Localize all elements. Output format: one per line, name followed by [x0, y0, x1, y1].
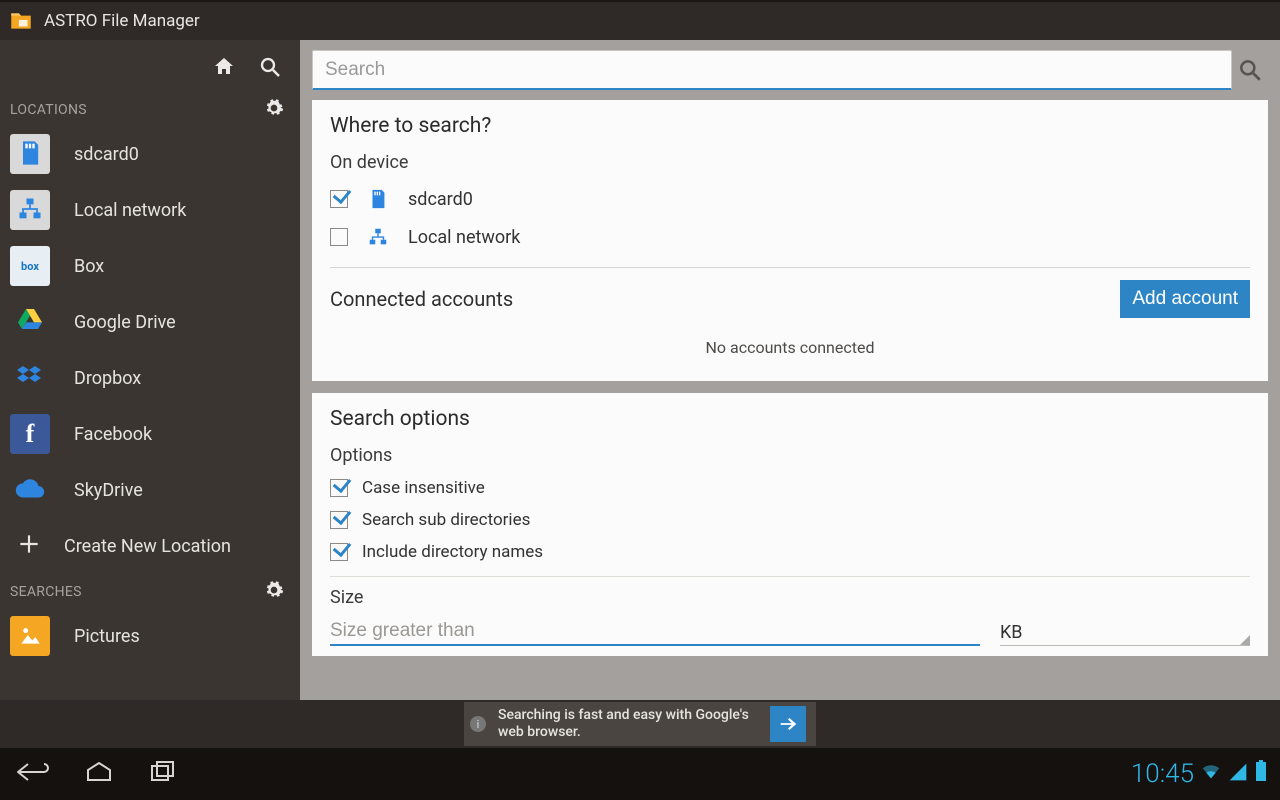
sidebar-item-label: Dropbox [74, 368, 141, 389]
add-account-button[interactable]: Add account [1120, 280, 1250, 318]
ad-text: Searching is fast and easy with Google's… [498, 707, 758, 741]
option-case-insensitive[interactable]: Case insensitive [330, 478, 1250, 498]
sidebar-item-facebook[interactable]: f Facebook [0, 406, 300, 462]
sidebar-item-dropbox[interactable]: Dropbox [0, 350, 300, 406]
sidebar-item-google-drive[interactable]: Google Drive [0, 294, 300, 350]
main-content: Where to search? On device sdcard0 Local… [300, 40, 1280, 700]
wifi-icon [1200, 759, 1222, 789]
checkbox[interactable] [330, 479, 348, 497]
plus-icon [16, 531, 42, 561]
option-include-directory-names[interactable]: Include directory names [330, 542, 1250, 562]
skydrive-icon [13, 472, 47, 509]
google-drive-icon [14, 305, 46, 340]
status-time: 10:45 [1131, 759, 1194, 789]
battery-icon [1254, 759, 1268, 789]
sidebar-item-label: Google Drive [74, 312, 176, 333]
sidebar-item-label: sdcard0 [74, 144, 139, 165]
size-unit-select[interactable]: KB [1000, 620, 1250, 646]
signal-icon [1228, 759, 1248, 789]
sidebar-search-pictures[interactable]: Pictures [0, 608, 300, 664]
checkbox[interactable] [330, 543, 348, 561]
pictures-icon [17, 622, 43, 651]
gear-icon[interactable] [264, 98, 284, 122]
search-options-panel: Search options Options Case insensitive … [312, 393, 1268, 656]
sdcard-icon [366, 187, 390, 211]
arrow-right-icon[interactable] [770, 706, 806, 742]
checkbox[interactable] [330, 190, 348, 208]
android-navbar: 10:45 [0, 748, 1280, 800]
searches-header: SEARCHES [0, 574, 300, 608]
options-label: Options [330, 445, 1250, 466]
recents-icon[interactable] [148, 760, 178, 788]
search-icon[interactable] [258, 55, 282, 83]
network-icon [16, 195, 44, 226]
network-icon [366, 225, 390, 249]
dropbox-icon [14, 361, 46, 396]
sidebar-item-skydrive[interactable]: SkyDrive [0, 462, 300, 518]
sidebar-item-label: Pictures [74, 626, 140, 647]
where-title: Where to search? [330, 114, 1250, 138]
device-row-sdcard0[interactable]: sdcard0 [330, 187, 1250, 211]
app-title: ASTRO File Manager [44, 11, 200, 31]
checkbox[interactable] [330, 228, 348, 246]
device-row-local-network[interactable]: Local network [330, 225, 1250, 249]
gear-icon[interactable] [264, 580, 284, 604]
connected-accounts-title: Connected accounts [330, 287, 513, 311]
locations-header: LOCATIONS [0, 92, 300, 126]
ad-banner[interactable]: i Searching is fast and easy with Google… [0, 700, 1280, 748]
title-bar: ASTRO File Manager [0, 0, 1280, 40]
create-new-location[interactable]: Create New Location [0, 518, 300, 574]
search-options-title: Search options [330, 407, 1250, 431]
checkbox[interactable] [330, 511, 348, 529]
sidebar-item-label: Box [74, 256, 104, 277]
size-greater-than-input[interactable] [330, 618, 980, 646]
option-search-subdirectories[interactable]: Search sub directories [330, 510, 1250, 530]
sidebar-item-box[interactable]: box Box [0, 238, 300, 294]
sidebar-item-sdcard0[interactable]: sdcard0 [0, 126, 300, 182]
on-device-label: On device [330, 152, 1250, 173]
sdcard-icon [16, 139, 44, 170]
back-icon[interactable] [14, 760, 50, 788]
sidebar-item-label: SkyDrive [74, 480, 143, 501]
sidebar-item-local-network[interactable]: Local network [0, 182, 300, 238]
sidebar: LOCATIONS sdcard0 Local network box Box … [0, 40, 300, 700]
search-input[interactable] [312, 50, 1232, 90]
home-icon[interactable] [212, 55, 236, 83]
app-icon [8, 8, 34, 34]
no-accounts-text: No accounts connected [330, 338, 1250, 363]
size-label: Size [330, 576, 1250, 608]
home-nav-icon[interactable] [84, 760, 114, 788]
info-icon: i [470, 716, 486, 732]
sidebar-item-label: Facebook [74, 424, 152, 445]
where-to-search-panel: Where to search? On device sdcard0 Local… [312, 100, 1268, 381]
sidebar-item-label: Local network [74, 200, 186, 221]
search-submit-icon[interactable] [1232, 57, 1268, 83]
